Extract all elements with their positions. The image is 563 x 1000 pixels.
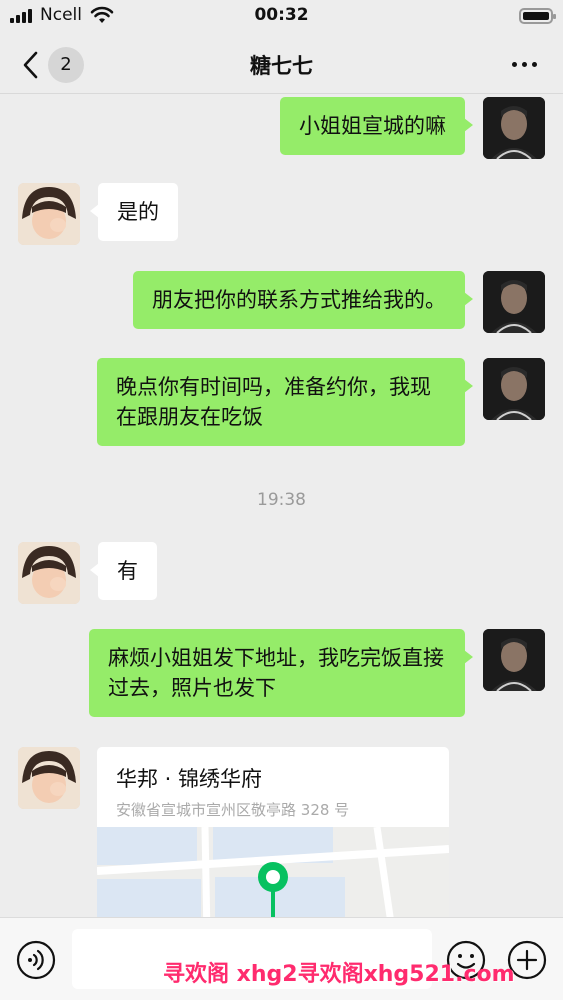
location-name: 华邦 · 锦绣华府 (116, 767, 263, 791)
chat-header: 2 糖七七 (0, 36, 563, 94)
my-avatar[interactable] (483, 358, 545, 420)
status-time: 00:32 (254, 5, 309, 25)
message-list[interactable]: 小姐姐宣城的嘛 是的 朋友把你的联系方式推给我的。 晚点你有时间吗，准备约你，我… (0, 95, 563, 917)
chat-title: 糖七七 (250, 54, 313, 78)
contact-avatar[interactable] (18, 183, 80, 245)
my-avatar[interactable] (483, 271, 545, 333)
my-avatar[interactable] (483, 629, 545, 691)
watermark-text: 寻欢阁 xhg2寻欢阁xhg521.com (163, 962, 515, 987)
status-bar: Ncell 00:32 (0, 0, 563, 36)
voice-icon[interactable] (16, 940, 56, 980)
message-timestamp: 19:38 (257, 490, 306, 510)
outgoing-message[interactable]: 小姐姐宣城的嘛 (280, 97, 473, 155)
battery-icon (519, 8, 556, 24)
outgoing-message[interactable]: 晚点你有时间吗，准备约你，我现在跟朋友在吃饭 (97, 358, 473, 446)
location-card[interactable]: 华邦 · 锦绣华府 安徽省宣城市宣州区敬亭路 328 号 (97, 747, 449, 917)
incoming-message[interactable]: 是的 (90, 183, 178, 241)
contact-avatar[interactable] (18, 747, 80, 809)
more-options-icon[interactable] (512, 62, 537, 67)
contact-avatar[interactable] (18, 542, 80, 604)
location-address: 安徽省宣城市宣州区敬亭路 328 号 (116, 801, 350, 819)
incoming-message[interactable]: 有 (90, 542, 157, 600)
outgoing-message[interactable]: 麻烦小姐姐发下地址，我吃完饭直接过去，照片也发下 (89, 629, 473, 717)
map-preview[interactable] (97, 827, 449, 917)
my-avatar[interactable] (483, 97, 545, 159)
outgoing-message[interactable]: 朋友把你的联系方式推给我的。 (133, 271, 473, 329)
